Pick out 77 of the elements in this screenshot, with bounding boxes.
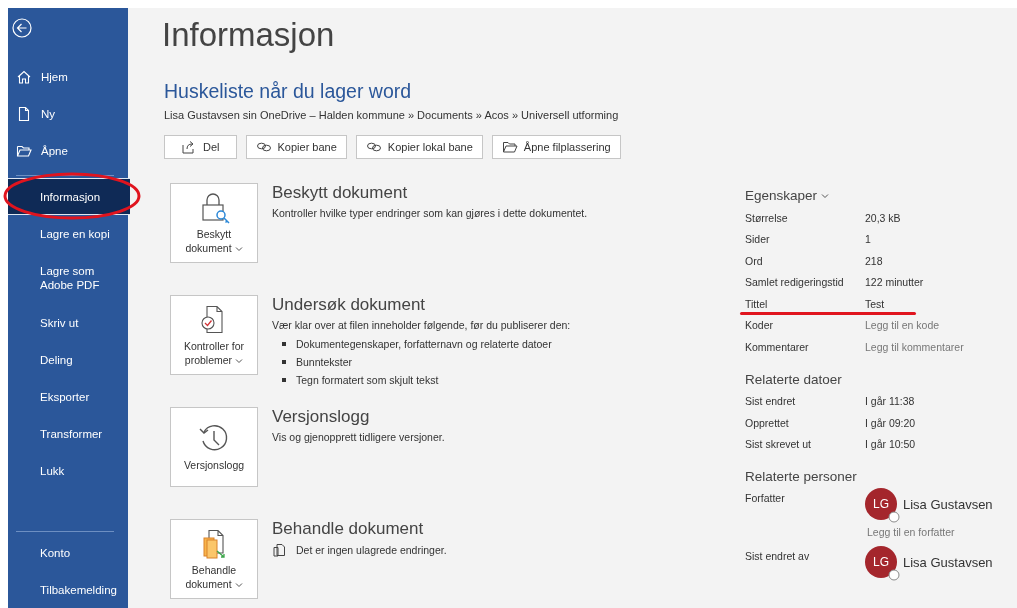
section-description: Vær klar over at filen inneholder følgende, før du publiserer den: [272, 319, 571, 331]
avatar: LG [865, 546, 897, 578]
tile-button[interactable]: Versjonslogg [170, 407, 258, 487]
bullet-text: Dokumentegenskaper, forfatternavn og relaterte datoer [296, 338, 552, 350]
bullet-text: Tegn formatert som skjult tekst [296, 374, 439, 386]
sidebar-item[interactable]: Hjem [8, 58, 128, 95]
property-value: 122 minutter [865, 276, 924, 289]
bullet-icon [282, 378, 286, 382]
sidebar-item[interactable]: Lagre som Adobe PDF [8, 252, 128, 304]
sidebar-item[interactable]: Konto [8, 534, 128, 571]
property-value: 218 [865, 254, 883, 267]
date-value: I går 11:38 [865, 395, 915, 408]
property-value: 20,3 kB [865, 211, 901, 224]
date-label: Opprettet [745, 416, 790, 429]
property-value: Test [865, 297, 885, 310]
share-icon [181, 140, 197, 154]
tile-button[interactable]: Kontroller for problemer [170, 295, 258, 375]
property-label: Samlet redigeringstid [745, 276, 845, 289]
file-path: Lisa Gustavsen sin OneDrive – Halden kommune » Documents » Acos » Universell utforming [164, 109, 620, 121]
property-label: Tittel [745, 297, 769, 310]
section-description: Vis og gjenopprett tidligere versjoner. [272, 431, 445, 443]
date-value: I går 09:20 [865, 416, 916, 429]
action-button[interactable]: Åpne filplassering [491, 135, 621, 159]
sidebar-item[interactable]: Deling [8, 341, 128, 378]
person-name: Lisa Gustavsen [903, 554, 993, 570]
home-icon [16, 68, 32, 85]
presence-icon [888, 569, 900, 581]
documents-icon [272, 543, 286, 557]
sidebar-item[interactable]: Transformer [8, 415, 128, 452]
bullet-icon [282, 342, 286, 346]
sidebar-item[interactable]: Lagre en kopi [8, 215, 128, 252]
add-author-link[interactable]: Legg til en forfatter [867, 526, 993, 538]
action-button[interactable]: Kopier bane [245, 135, 347, 159]
sidebar-item[interactable]: Åpne [8, 132, 128, 169]
action-button[interactable]: Kopier lokal bane [355, 135, 483, 159]
presence-icon [888, 511, 900, 523]
date-label: Sist skrevet ut [745, 438, 812, 451]
tile-button[interactable]: Behandle dokument [170, 519, 258, 599]
avatar: LG [865, 488, 897, 520]
sidebar-item[interactable]: Informasjon [8, 178, 130, 215]
sidebar-item[interactable]: Lukk [8, 452, 128, 489]
property-input-field[interactable]: Legg til kommentarer [865, 340, 964, 353]
property-label: Sider [745, 233, 771, 246]
section-heading: Versjonslogg [272, 407, 371, 427]
section-heading: Behandle dokument [272, 519, 425, 539]
document-icon [16, 105, 32, 122]
link-icon [255, 140, 272, 154]
sidebar-item[interactable]: Eksporter [8, 378, 128, 415]
property-label: Koder [745, 319, 775, 332]
sidebar-item[interactable]: Tilbakemelding [8, 571, 128, 608]
section-heading: Beskytt dokument [272, 183, 409, 203]
tile-button[interactable]: Beskytt dokument [170, 183, 258, 263]
property-input-field[interactable]: Legg til en kode [865, 319, 940, 332]
person-label: Sist endret av [745, 549, 811, 562]
date-value: I går 10:50 [865, 438, 916, 451]
action-button[interactable]: Del [164, 135, 237, 159]
page-title: Informasjon [162, 16, 336, 55]
bullet-text: Bunntekster [296, 356, 353, 368]
property-label: Ord [745, 254, 764, 267]
property-label: Størrelse [745, 211, 789, 224]
people-heading: Relaterte personer [745, 469, 858, 484]
document-title: Huskeliste når du lager word [164, 80, 413, 103]
properties-heading[interactable]: Egenskaper [745, 188, 818, 203]
section-description: Det er ingen ulagrede endringer. [296, 544, 447, 556]
property-value: 1 [865, 233, 871, 246]
person-label: Forfatter [745, 491, 786, 504]
sidebar-item[interactable]: Ny [8, 95, 128, 132]
link-icon [365, 140, 382, 154]
section-description: Kontroller hvilke typer endringer som kan gjøres i dette dokumentet. [272, 207, 588, 219]
section-heading: Undersøk dokument [272, 295, 427, 315]
sidebar-item[interactable]: Skriv ut [8, 304, 128, 341]
folder-icon [501, 140, 518, 154]
bullet-icon [282, 360, 286, 364]
property-label: Kommentarer [745, 340, 810, 353]
dates-heading: Relaterte datoer [745, 371, 843, 387]
date-label: Sist endret [745, 395, 797, 408]
person-name: Lisa Gustavsen [903, 496, 993, 512]
